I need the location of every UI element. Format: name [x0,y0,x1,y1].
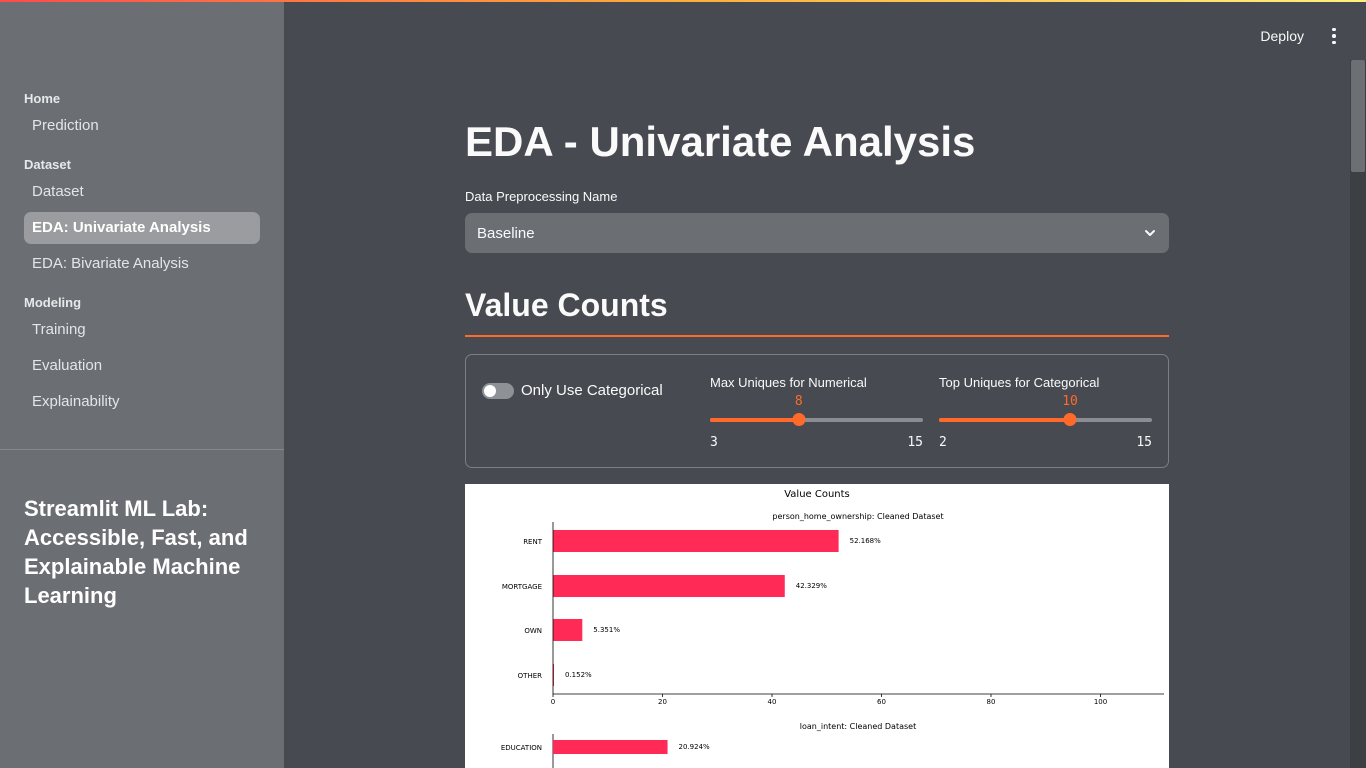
main-scrollbar[interactable] [1350,60,1366,768]
page-title: EDA - Univariate Analysis [465,118,976,165]
bar-education [553,740,668,754]
numerical-slider-value: 8 [794,394,803,409]
bar-rent [553,530,839,552]
x-tick-label-60: 60 [877,698,886,706]
sidebar-item-prediction[interactable]: Prediction [24,110,260,142]
chart-title: Value Counts [784,489,850,500]
categorical-slider-value: 10 [1062,394,1078,409]
sidebar-divider [0,449,284,450]
sidebar-item-explainability[interactable]: Explainability [24,386,260,418]
chevron-down-icon [1145,230,1155,236]
kebab-menu-icon[interactable] [1326,24,1342,48]
category-label-rent: RENT [523,538,543,546]
header-actions: Deploy [1260,24,1342,48]
numerical-slider-thumb[interactable] [792,413,806,426]
section-divider [465,335,1169,337]
data-label-own: 5.351% [593,626,620,634]
categorical-uniques-slider: Top Uniques for Categorical 10 2 15 [939,375,1152,455]
numerical-slider-min: 3 [710,435,718,450]
sidebar-item-evaluation[interactable]: Evaluation [24,350,260,382]
app-title: Streamlit ML Lab: Accessible, Fast, and … [24,496,248,608]
categorical-slider-thumb[interactable] [1063,413,1077,426]
categorical-slider-max: 15 [1136,435,1152,450]
data-label-rent: 52.168% [850,537,881,545]
x-tick-label-20: 20 [658,698,667,706]
sidebar-item-eda-bivariate[interactable]: EDA: Bivariate Analysis [24,248,260,280]
deploy-button[interactable]: Deploy [1260,28,1304,44]
preprocessing-select-label: Data Preprocessing Name [465,189,618,204]
subplot-2-title: loan_intent: Cleaned Dataset [800,722,916,731]
bar-mortgage [553,575,785,597]
only-categorical-toggle[interactable] [482,383,514,399]
sidebar-item-training[interactable]: Training [24,314,260,346]
x-tick-label-0: 0 [551,698,555,706]
bar-own [553,619,583,641]
nav-section-home: Home [24,91,61,106]
category-label-education: EDUCATION [501,744,542,752]
numerical-uniques-slider: Max Uniques for Numerical 8 3 15 [710,375,923,455]
nav-section-modeling: Modeling [24,295,82,310]
data-label-mortgage: 42.329% [796,582,827,590]
numerical-slider-track[interactable] [710,418,923,422]
x-tick-label-40: 40 [768,698,777,706]
controls-panel: Only Use Categorical Max Uniques for Num… [465,354,1169,468]
x-tick-label-100: 100 [1094,698,1107,706]
categorical-slider-min: 2 [939,435,947,450]
category-label-other: OTHER [518,672,542,680]
only-categorical-label: Only Use Categorical [521,382,663,399]
nav-section-dataset: Dataset [24,157,71,172]
value-counts-chart-svg: Value Counts person_home_ownership: Clean… [501,489,1164,768]
top-decoration-stripe [0,0,1366,2]
preprocessing-select-value: Baseline [477,224,535,242]
numerical-slider-max: 15 [907,435,923,450]
sidebar-item-dataset[interactable]: Dataset [24,176,260,208]
section-title-value-counts: Value Counts [465,287,668,323]
value-counts-chart: Value Counts person_home_ownership: Clean… [465,484,1169,768]
sidebar: Home Prediction Dataset Dataset EDA: Uni… [0,0,284,768]
categorical-slider-track[interactable] [939,418,1152,422]
subplot-1-title: person_home_ownership: Cleaned Dataset [772,512,943,521]
x-tick-label-80: 80 [987,698,996,706]
scrollbar-thumb[interactable] [1351,60,1365,172]
numerical-slider-label: Max Uniques for Numerical [710,375,867,390]
data-label-education: 20.924% [679,743,710,751]
sidebar-nav: Home Prediction Dataset Dataset EDA: Uni… [24,90,260,422]
data-label-other: 0.152% [565,671,592,679]
category-label-mortgage: MORTGAGE [502,583,542,591]
category-label-own: OWN [524,627,542,635]
preprocessing-select[interactable]: Baseline [465,213,1169,253]
categorical-slider-label: Top Uniques for Categorical [939,375,1100,390]
sidebar-item-eda-univariate[interactable]: EDA: Univariate Analysis [24,212,260,244]
